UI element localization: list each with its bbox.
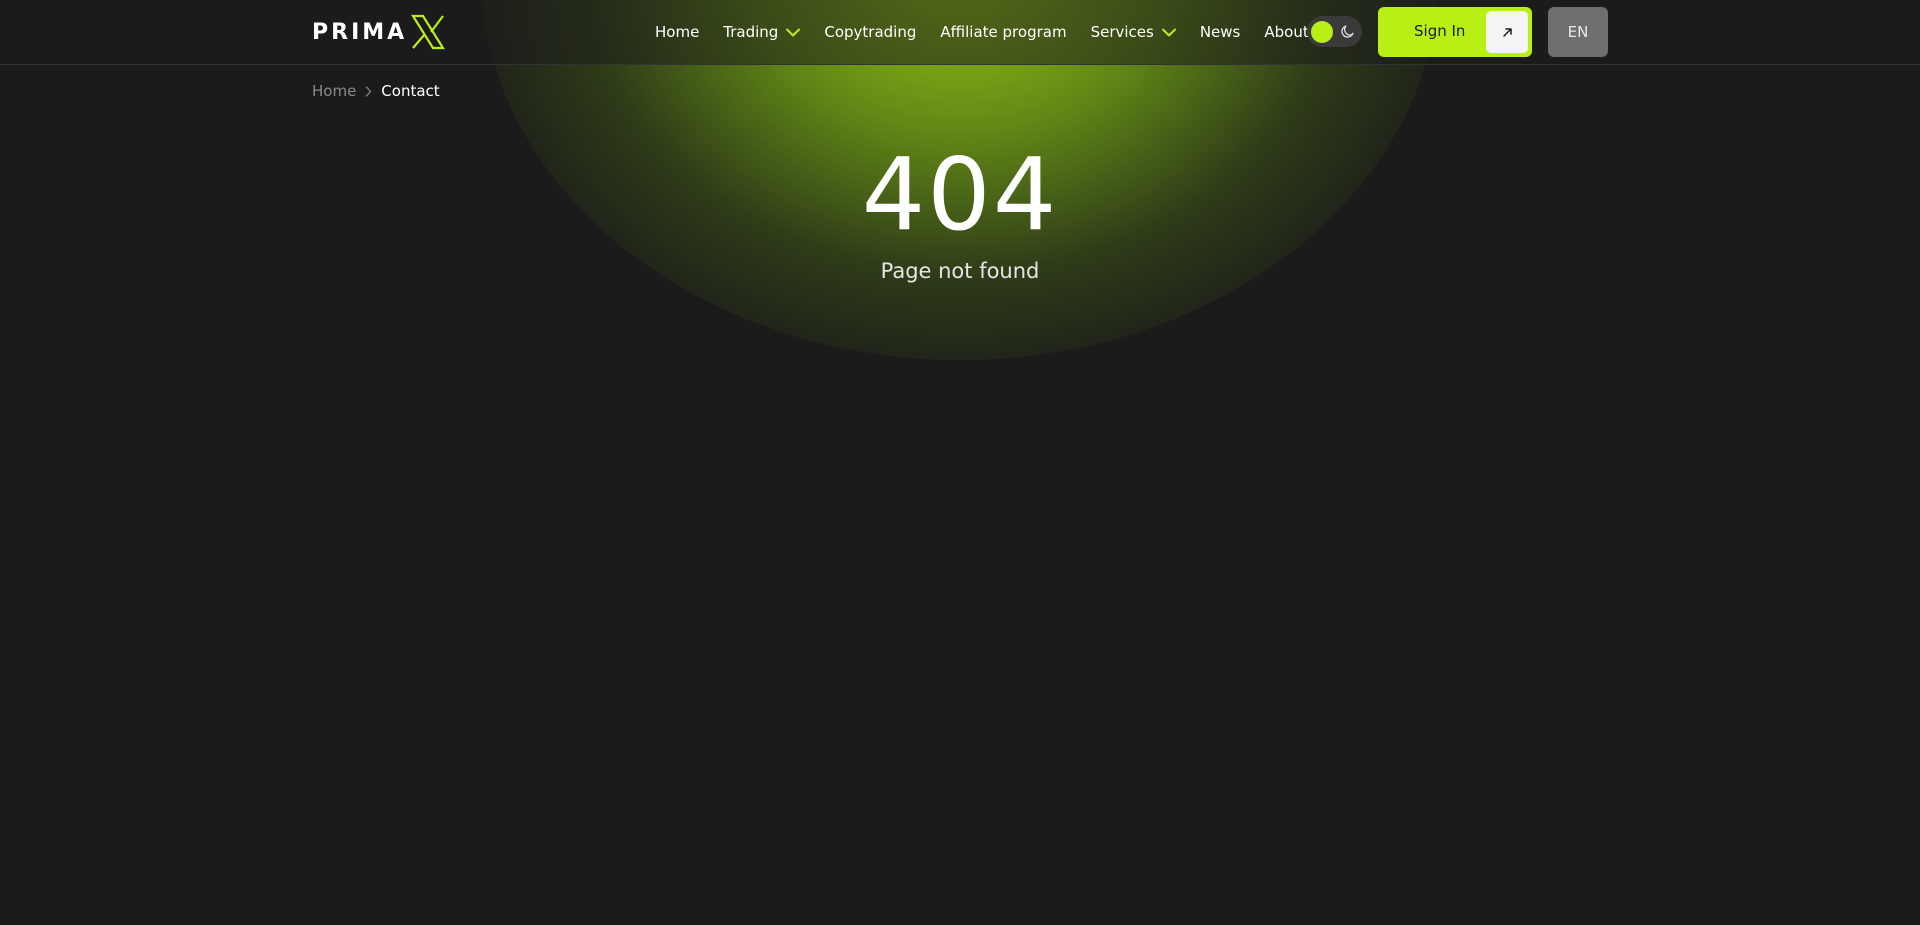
sign-in-button[interactable]: Sign In [1378, 7, 1532, 57]
nav-item-label: Trading [723, 23, 779, 41]
nav-item-home[interactable]: Home [655, 23, 699, 41]
theme-toggle[interactable] [1307, 16, 1362, 47]
error-message: Page not found [880, 259, 1040, 283]
breadcrumb-home-link[interactable]: Home [312, 82, 356, 100]
nav-item-about[interactable]: About [1264, 23, 1308, 41]
nav-item-services[interactable]: Services [1091, 23, 1176, 41]
nav-item-news[interactable]: News [1200, 23, 1241, 41]
site-header: PRIMA Home Trading Copytrading Affiliate… [0, 0, 1920, 65]
chevron-down-icon [1161, 28, 1176, 37]
chevron-down-icon [786, 28, 801, 37]
sign-in-label: Sign In [1414, 22, 1466, 40]
logo-text: PRIMA [312, 19, 408, 45]
nav-item-label: Copytrading [824, 23, 917, 41]
nav-item-label: Home [655, 23, 700, 41]
nav-item-label: About [1264, 23, 1309, 41]
chevron-right-icon [365, 85, 372, 97]
language-selector[interactable]: EN [1548, 7, 1608, 57]
language-label: EN [1567, 23, 1589, 41]
main-nav: Home Trading Copytrading Affiliate progr… [655, 0, 1333, 64]
theme-toggle-knob [1311, 21, 1333, 43]
page: PRIMA Home Trading Copytrading Affiliate… [0, 0, 1920, 925]
error-code: 404 [861, 136, 1059, 253]
arrow-up-right-icon [1486, 11, 1528, 53]
nav-item-trading[interactable]: Trading [723, 23, 801, 41]
logo-x-mark [411, 14, 446, 50]
nav-item-label: News [1199, 23, 1241, 41]
nav-item-affiliate-program[interactable]: Affiliate program [940, 23, 1066, 41]
nav-item-copytrading[interactable]: Copytrading [824, 23, 916, 41]
moon-icon [1340, 24, 1355, 43]
nav-item-label: Affiliate program [940, 23, 1067, 41]
nav-item-label: Services [1090, 23, 1154, 41]
logo[interactable]: PRIMA [312, 14, 447, 50]
breadcrumb-current: Contact [381, 82, 440, 100]
breadcrumb: Home Contact [312, 82, 440, 100]
